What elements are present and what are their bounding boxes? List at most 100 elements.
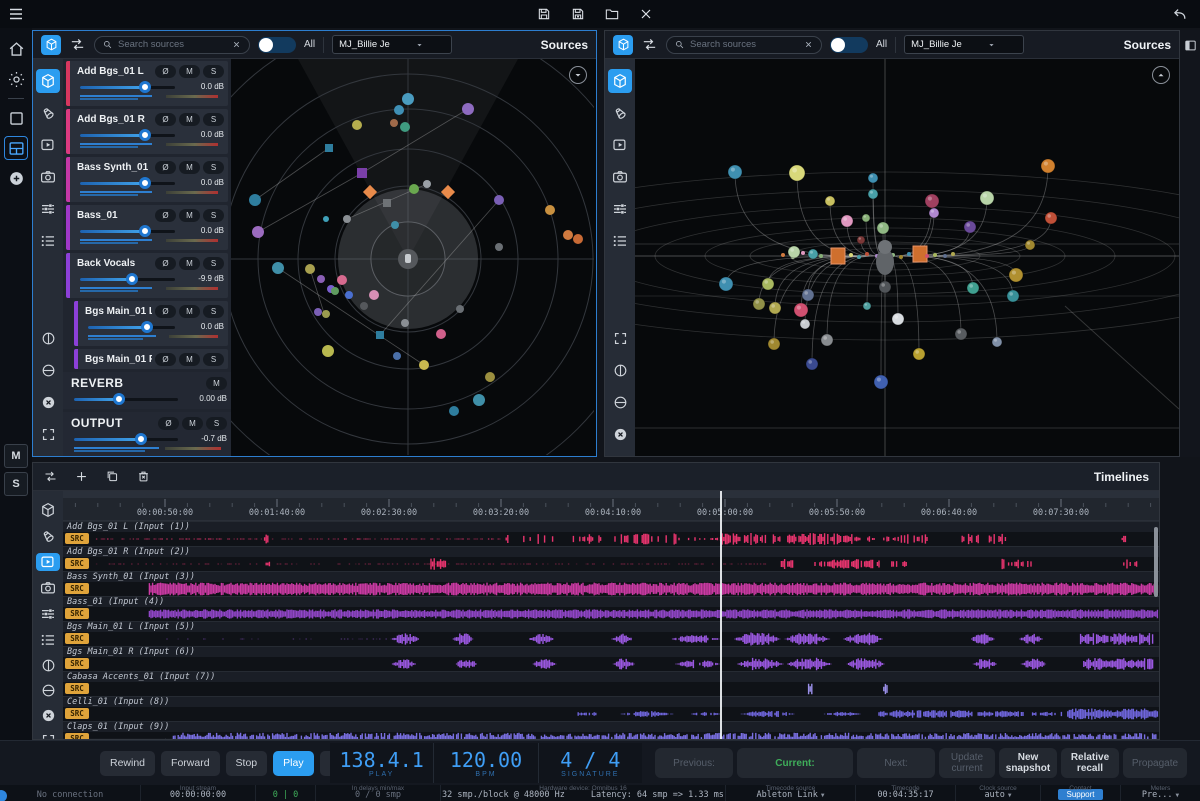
gain-slider[interactable] [71,392,181,406]
clear-search-icon[interactable] [803,39,814,50]
mute-button[interactable]: M [179,209,200,222]
source-dot-2d[interactable] [314,308,322,316]
all-toggle[interactable] [258,37,296,53]
tool-video-button[interactable] [36,133,60,157]
solo-button[interactable]: S [206,417,227,430]
clock-source-group[interactable]: Clock source auto▼ [955,785,1040,801]
source-dot-2d[interactable] [419,360,429,370]
tool-list-button[interactable] [36,631,60,649]
reorder-icon[interactable] [43,469,58,484]
source-dot-2d[interactable] [423,180,431,188]
mute-button[interactable]: M [179,257,200,270]
tool-close-circle-button[interactable] [36,707,60,724]
source-sphere-3d[interactable] [1041,159,1055,173]
search-input[interactable]: Search sources [94,36,250,54]
source-sphere-3d[interactable] [802,289,814,301]
view-options-button[interactable] [1152,66,1170,84]
source-sphere-3d[interactable] [863,302,871,310]
reverb-section[interactable]: REVERBM0.00 dB [63,372,231,409]
all-toggle[interactable] [830,37,868,53]
source-dot-2d[interactable] [391,221,399,229]
timeline-track[interactable]: SRC [63,582,1159,596]
source-dot-2d[interactable] [495,243,503,251]
new-snapshot-button[interactable]: New snapshot [999,748,1057,778]
slider-knob[interactable] [126,273,138,285]
src-badge[interactable]: SRC [65,708,89,719]
tool-close-circle-button[interactable] [36,390,60,414]
solo-button[interactable]: S [203,209,224,222]
source-sphere-3d[interactable] [868,173,878,183]
master-mute-button[interactable]: M [4,444,28,468]
source-dot-2d[interactable] [402,93,414,105]
speaker-box-3d[interactable] [831,248,845,264]
panel-type-button[interactable] [41,35,61,55]
solo-button[interactable]: S [203,65,224,78]
timeline-track[interactable]: SRC [63,632,1159,646]
source-dot-2d[interactable] [436,329,446,339]
previous-snapshot-button[interactable]: Previous: [655,748,733,778]
speaker-box-3d[interactable] [913,246,927,262]
source-sphere-3d[interactable] [874,375,888,389]
source-dot-2d[interactable] [337,275,347,285]
mute-button[interactable]: M [206,377,227,390]
source-sphere-3d[interactable] [879,281,891,293]
slider-knob[interactable] [139,81,151,93]
tool-routing-button[interactable] [36,605,60,623]
panel-type-button[interactable] [613,35,633,55]
source-sphere-3d[interactable] [825,196,835,206]
mute-button[interactable]: M [179,65,200,78]
source-sphere-3d[interactable] [728,165,742,179]
tool-list-button[interactable] [608,229,632,253]
phase-button[interactable]: Ø [155,161,176,174]
source-dot-2d[interactable] [485,372,495,382]
save-as-icon[interactable] [570,6,586,22]
timeline-scrollbar[interactable] [1154,527,1158,597]
source-dot-2d[interactable] [322,310,330,318]
timeline-track[interactable]: SRC [63,532,1159,546]
source-sphere-3d[interactable] [789,165,805,181]
gain-slider[interactable] [77,272,178,286]
timeline-track[interactable]: SRC [63,557,1159,571]
tool-close-circle-button[interactable] [608,422,632,446]
source-sphere-3d[interactable] [762,278,774,290]
slider-knob[interactable] [139,177,151,189]
source-dot-2d[interactable] [393,352,401,360]
source-dot-2d[interactable] [401,319,409,327]
tool-fullscreen-button[interactable] [36,422,60,446]
src-badge[interactable]: SRC [65,608,89,619]
tool-split-v-button[interactable] [36,657,60,674]
source-sphere-3d[interactable] [1045,212,1057,224]
preset-select[interactable]: MJ_Billie Jean [904,35,1024,54]
view-options-button[interactable] [569,66,587,84]
timeline-ruler[interactable]: 00:00:50:0000:01:40:0000:02:30:0000:03:2… [63,491,1159,521]
source-dot-2d[interactable] [573,234,583,244]
undo-icon[interactable] [1171,6,1188,23]
tool-split-v-button[interactable] [36,326,60,350]
mute-button[interactable]: M [179,353,200,366]
source-row[interactable]: Bgs Main_01 RØMS [74,349,228,369]
gain-slider[interactable] [71,432,181,446]
tool-camera-button[interactable] [608,165,632,189]
phase-button[interactable]: Ø [155,65,176,78]
source-dot-2d[interactable] [345,291,353,299]
source-sphere-3d[interactable] [768,338,780,350]
source-sphere-3d[interactable] [794,303,808,317]
current-snapshot-button[interactable]: Current: [737,748,853,778]
source-sphere-3d[interactable] [753,298,765,310]
source-row[interactable]: Back VocalsØMS-9.9 dB▶ [66,253,228,298]
source-sphere-3d[interactable] [1009,268,1023,282]
timeline-track[interactable]: SRC [63,607,1159,621]
source-dot-2d[interactable] [376,331,384,339]
save-icon[interactable] [536,6,552,22]
clear-search-icon[interactable] [231,39,242,50]
source-dot-2d[interactable] [462,103,474,115]
src-badge[interactable]: SRC [65,633,89,644]
master-solo-button[interactable]: S [4,472,28,496]
tool-list-button[interactable] [36,229,60,253]
mute-button[interactable]: M [179,113,200,126]
source-row[interactable]: Bass Synth_01ØMS0.0 dB [66,157,228,202]
source-dot-2d[interactable] [357,168,367,178]
source-dot-2d[interactable] [449,406,459,416]
source-sphere-3d[interactable] [913,348,925,360]
slider-knob[interactable] [139,225,151,237]
